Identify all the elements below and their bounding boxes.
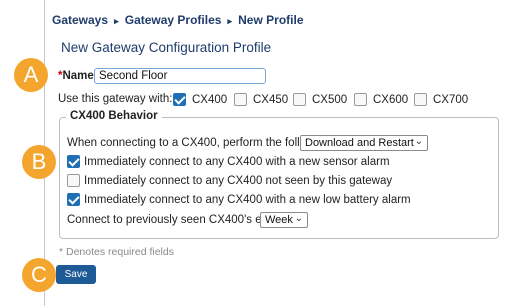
page-title: New Gateway Configuration Profile: [61, 40, 272, 55]
not-seen-checkbox[interactable]: [67, 174, 80, 187]
low-battery-label: Immediately connect to any CX400 with a …: [84, 194, 411, 206]
sensor-alarm-checkbox[interactable]: [67, 155, 80, 168]
callout-marker-a: A: [14, 58, 48, 92]
breadcrumb-separator-icon: ▸: [114, 16, 119, 26]
cx400-checkbox[interactable]: [173, 93, 186, 106]
cx600-checkbox[interactable]: [354, 93, 367, 106]
cx450-label: CX450: [253, 94, 289, 106]
connect-action-label: When connecting to a CX400, perform the …: [67, 137, 330, 149]
not-seen-label: Immediately connect to any CX400 not see…: [84, 175, 393, 187]
breadcrumb-gateways-link[interactable]: Gateways: [52, 13, 108, 27]
sensor-alarm-label: Immediately connect to any CX400 with a …: [84, 156, 390, 168]
cx400-label: CX400: [192, 94, 228, 106]
name-input[interactable]: [94, 68, 266, 84]
chevron-down-icon: ⌄: [414, 136, 423, 147]
callout-marker-b: B: [22, 145, 56, 179]
low-battery-checkbox[interactable]: [67, 193, 80, 206]
chevron-down-icon: ⌄: [294, 213, 303, 224]
frequency-label: Connect to previously seen CX400's every: [67, 214, 284, 226]
name-label-text: Name:: [62, 70, 98, 82]
breadcrumb-gateway-profiles-link[interactable]: Gateway Profiles: [125, 13, 222, 27]
cx400-behavior-legend: CX400 Behavior: [66, 110, 162, 122]
cx700-checkbox[interactable]: [414, 93, 427, 106]
name-label: *Name:: [58, 70, 98, 82]
required-fields-note: * Denotes required fields: [59, 246, 174, 258]
use-gateway-label: Use this gateway with:: [58, 93, 173, 105]
breadcrumb-separator-icon: ▸: [227, 16, 233, 26]
callout-marker-c: C: [22, 258, 56, 292]
cx700-label: CX700: [433, 94, 469, 106]
save-button[interactable]: Save: [56, 265, 96, 284]
frequency-select[interactable]: Week ⌄: [260, 212, 308, 228]
cx500-label: CX500: [312, 94, 348, 106]
connect-action-select[interactable]: Download and Restart ⌄: [300, 135, 428, 151]
breadcrumb: Gateways ▸ Gateway Profiles ▸ New Profil…: [52, 13, 304, 27]
cx450-checkbox[interactable]: [234, 93, 247, 106]
frequency-value: Week: [265, 214, 293, 226]
connect-action-value: Download and Restart: [305, 137, 414, 149]
cx500-checkbox[interactable]: [293, 93, 306, 106]
cx600-label: CX600: [373, 94, 409, 106]
breadcrumb-new-profile: New Profile: [238, 13, 304, 27]
